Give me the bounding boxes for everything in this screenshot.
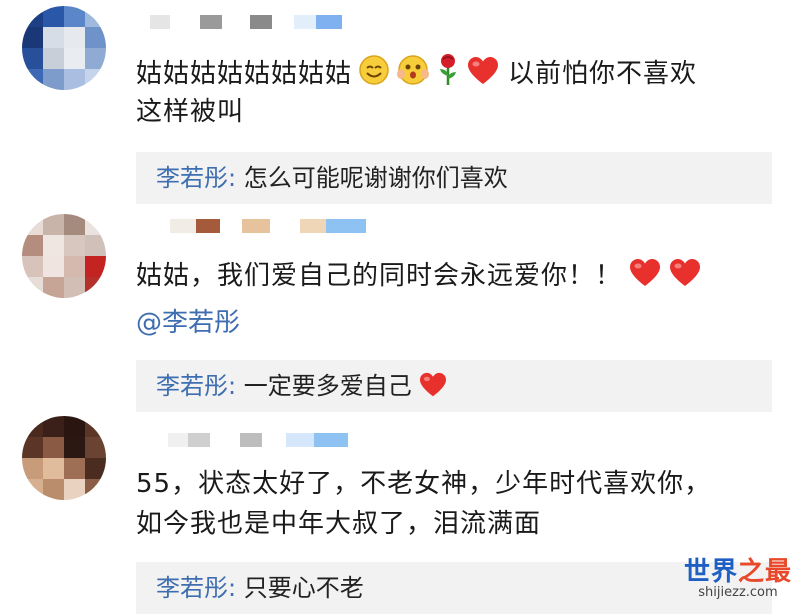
username-blurred[interactable] — [168, 432, 348, 448]
comment-text: 55，状态太好了，不老女神，少年时代喜欢你， — [136, 469, 712, 499]
username-blurred[interactable] — [170, 218, 366, 234]
reply-box[interactable]: 李若彤: 只要心不老 — [136, 562, 772, 614]
reply-box[interactable]: 李若彤: 怎么可能呢谢谢你们喜欢 — [136, 152, 772, 204]
heart-emoji-icon — [466, 56, 500, 98]
shy-emoji-icon — [396, 54, 430, 98]
reply-text: 一定要多爱自己 — [243, 372, 412, 400]
comment-text-line2: 如今我也是中年大叔了，泪流满面 — [136, 509, 542, 539]
heart-emoji-icon — [668, 258, 702, 300]
comment-text: 姑姑，我们爱自己的同时会永远爱你！！ — [136, 256, 702, 300]
avatar[interactable] — [22, 6, 106, 90]
reply-box[interactable]: 李若彤: 一定要多爱自己 — [136, 360, 772, 412]
comment-text-line2: 这样被叫 — [136, 97, 245, 127]
reply-author-link[interactable]: 李若彤 — [156, 574, 228, 602]
watermark-title: 世界之最 — [683, 557, 792, 587]
heart-emoji-icon — [628, 258, 662, 300]
reply-text: 怎么可能呢谢谢你们喜欢 — [243, 164, 508, 192]
grin-emoji-icon — [358, 54, 390, 98]
site-watermark-logo: 世界之最 shijiezz.com — [684, 558, 792, 600]
reply-text: 只要心不老 — [243, 574, 364, 602]
heart-emoji-icon — [418, 364, 448, 416]
avatar[interactable] — [22, 214, 106, 298]
avatar[interactable] — [22, 416, 106, 500]
mention-link[interactable]: @李若彤 — [136, 302, 240, 339]
reply-author-link[interactable]: 李若彤 — [156, 372, 228, 400]
watermark-url: shijiezz.com — [698, 585, 778, 600]
rose-emoji-icon — [436, 52, 460, 98]
username-blurred[interactable] — [150, 14, 342, 30]
reply-author-link[interactable]: 李若彤 — [156, 164, 228, 192]
